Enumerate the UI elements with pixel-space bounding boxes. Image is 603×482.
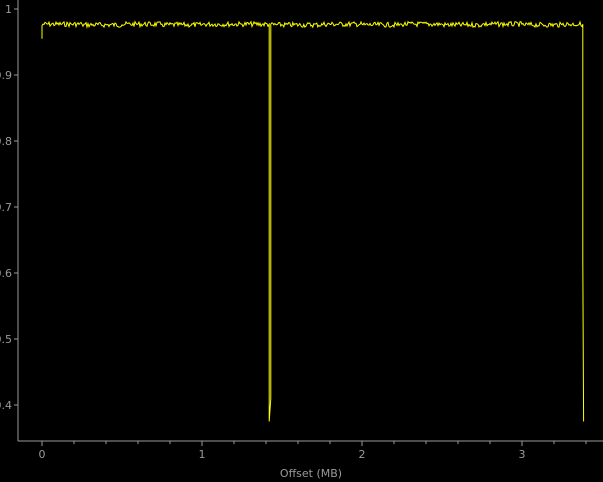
y-tick-label: 0.8 <box>0 135 12 148</box>
x-tick-label: 2 <box>359 448 366 461</box>
y-tick-label: 0.9 <box>0 69 12 82</box>
x-tick-label: 0 <box>39 448 46 461</box>
x-tick-label: 1 <box>199 448 206 461</box>
x-tick-label: 3 <box>519 448 526 461</box>
y-tick-label: 0.5 <box>0 333 12 346</box>
y-tick-label: 1 <box>5 3 12 16</box>
entropy-chart: 0.4 0.5 0.6 0.7 0.8 0.9 1 0 1 2 3 Offset (MB) <box>0 0 603 482</box>
chart-background <box>0 0 603 482</box>
y-tick-label: 0.4 <box>0 399 12 412</box>
x-axis-label: Offset (MB) <box>280 467 342 480</box>
y-tick-label: 0.7 <box>0 201 12 214</box>
y-tick-label: 0.6 <box>0 267 12 280</box>
